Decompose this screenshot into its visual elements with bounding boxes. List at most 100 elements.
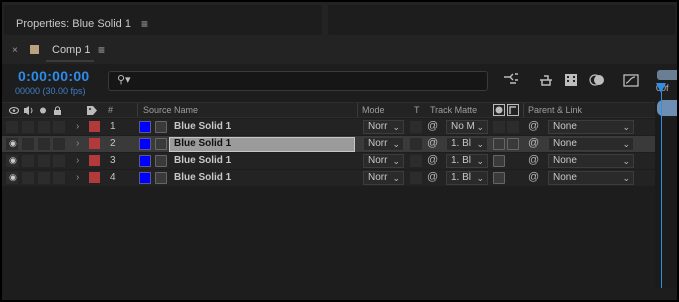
invert-matte-toggle[interactable] (507, 121, 519, 133)
layer-solid-color-swatch (139, 138, 151, 150)
alpha-matte-toggle[interactable] (493, 155, 505, 167)
layer-solid-color-swatch (139, 121, 151, 133)
solo-toggle[interactable] (38, 138, 50, 150)
draft-3d-icon[interactable] (537, 72, 555, 88)
chevron-down-icon: ⌄ (392, 139, 400, 149)
lock-toggle[interactable] (53, 172, 65, 184)
matte-pickwhip-icon[interactable]: @ (427, 120, 438, 132)
preserve-transparency-toggle[interactable] (410, 121, 422, 133)
layer-name[interactable]: Blue Solid 1 (174, 155, 231, 166)
matte-pickwhip-icon[interactable]: @ (427, 154, 438, 166)
parent-dropdown[interactable]: None ⌄ (548, 137, 634, 151)
layer-name[interactable]: Blue Solid 1 (174, 172, 231, 183)
layer-name[interactable]: Blue Solid 1 (174, 138, 231, 149)
label-color-box[interactable] (89, 138, 100, 149)
parent-pickwhip-icon[interactable]: @ (528, 154, 539, 166)
search-icon: ⚲▾ (117, 74, 131, 86)
column-number-header: # (108, 105, 114, 115)
mode-value: Norr (368, 138, 388, 149)
column-parent-link-header: Parent & Link (528, 105, 583, 115)
chevron-down-icon: ⌄ (392, 156, 400, 166)
work-area-bar[interactable] (657, 70, 677, 80)
layer-duration-bar-top[interactable] (657, 100, 677, 116)
mode-value: Norr (368, 155, 388, 166)
parent-pickwhip-icon[interactable]: @ (528, 120, 539, 132)
solo-toggle[interactable] (38, 121, 50, 133)
layer-number: 4 (110, 172, 116, 183)
timeline-empty-area[interactable] (2, 187, 655, 287)
column-source-name-header[interactable]: Source Name (143, 105, 198, 115)
preserve-transparency-toggle[interactable] (410, 172, 422, 184)
mode-dropdown[interactable]: Norr ⌄ (363, 120, 404, 134)
chevron-down-icon: ⌄ (476, 173, 484, 183)
composition-mini-flowchart-icon[interactable] (502, 72, 520, 88)
shy-switch[interactable] (155, 121, 167, 133)
lock-toggle[interactable] (53, 155, 65, 167)
parent-dropdown[interactable]: None ⌄ (548, 120, 634, 134)
current-time-display[interactable]: 0:00:00:00 (18, 68, 90, 84)
track-matte-dropdown[interactable]: 1. Bl ⌄ (446, 171, 488, 185)
chevron-down-icon: ⌄ (622, 173, 630, 183)
alpha-matte-toggle[interactable] (493, 138, 505, 150)
chevron-down-icon: ⌄ (476, 156, 484, 166)
preserve-transparency-toggle[interactable] (410, 138, 422, 150)
label-color-box[interactable] (89, 155, 100, 166)
track-matte-dropdown[interactable]: 1. Bl ⌄ (446, 137, 488, 151)
mode-dropdown[interactable]: Norr ⌄ (363, 154, 404, 168)
eye-icon[interactable]: ◉ (9, 155, 17, 166)
video-toggle[interactable] (6, 121, 18, 133)
shy-switch[interactable] (155, 138, 167, 150)
audio-toggle[interactable] (22, 121, 34, 133)
lock-toggle[interactable] (53, 138, 65, 150)
audio-toggle[interactable] (22, 155, 34, 167)
mode-value: Norr (368, 172, 388, 183)
luma-matte-toggle[interactable] (493, 172, 505, 184)
graph-editor-icon[interactable] (622, 72, 640, 88)
expand-chevron-icon[interactable]: › (76, 138, 79, 149)
comp-menu-icon[interactable]: ≡ (98, 43, 105, 57)
close-icon[interactable]: × (12, 45, 18, 56)
properties-panel-title[interactable]: Properties: Blue Solid 1 (16, 18, 131, 30)
eye-icon[interactable]: ◉ (9, 172, 17, 183)
preserve-transparency-toggle[interactable] (410, 155, 422, 167)
solo-toggle[interactable] (38, 172, 50, 184)
invert-matte-toggle[interactable] (507, 138, 519, 150)
mode-dropdown[interactable]: Norr ⌄ (363, 137, 404, 151)
track-matte-value: 1. Bl (451, 138, 472, 149)
chevron-down-icon: ⌄ (622, 122, 630, 132)
shy-switch[interactable] (155, 172, 167, 184)
eye-icon[interactable]: ◉ (9, 138, 17, 149)
mode-value: Norr (368, 121, 388, 132)
alpha-matte-toggle[interactable] (493, 121, 505, 133)
solo-toggle[interactable] (38, 155, 50, 167)
track-matte-dropdown[interactable]: No M ⌄ (446, 120, 488, 134)
tab-comp-1[interactable]: Comp 1 (52, 44, 91, 56)
expand-chevron-icon[interactable]: › (76, 121, 79, 132)
lock-toggle[interactable] (53, 121, 65, 133)
matte-pickwhip-icon[interactable]: @ (427, 171, 438, 183)
label-color-box[interactable] (89, 172, 100, 183)
frame-blending-icon[interactable] (562, 72, 580, 88)
matte-pickwhip-icon[interactable]: @ (427, 137, 438, 149)
shy-switch[interactable] (155, 155, 167, 167)
parent-dropdown[interactable]: None ⌄ (548, 154, 634, 168)
audio-toggle[interactable] (22, 138, 34, 150)
layer-name[interactable]: Blue Solid 1 (174, 121, 231, 132)
expand-chevron-icon[interactable]: › (76, 172, 79, 183)
timeline-track-area[interactable] (655, 118, 677, 288)
expand-chevron-icon[interactable]: › (76, 155, 79, 166)
mode-dropdown[interactable]: Norr ⌄ (363, 171, 404, 185)
audio-toggle[interactable] (22, 172, 34, 184)
playhead-line[interactable] (661, 92, 662, 288)
parent-pickwhip-icon[interactable]: @ (528, 137, 539, 149)
chevron-down-icon: ⌄ (622, 156, 630, 166)
hamburger-icon[interactable]: ≡ (141, 17, 148, 31)
layer-search-input[interactable] (108, 71, 488, 91)
parent-pickwhip-icon[interactable]: @ (528, 171, 539, 183)
track-matte-dropdown[interactable]: 1. Bl ⌄ (446, 154, 488, 168)
tab-underline (46, 60, 94, 62)
column-divider (357, 103, 358, 117)
label-color-box[interactable] (89, 121, 100, 132)
parent-dropdown[interactable]: None ⌄ (548, 171, 634, 185)
motion-blur-icon[interactable] (588, 72, 606, 88)
